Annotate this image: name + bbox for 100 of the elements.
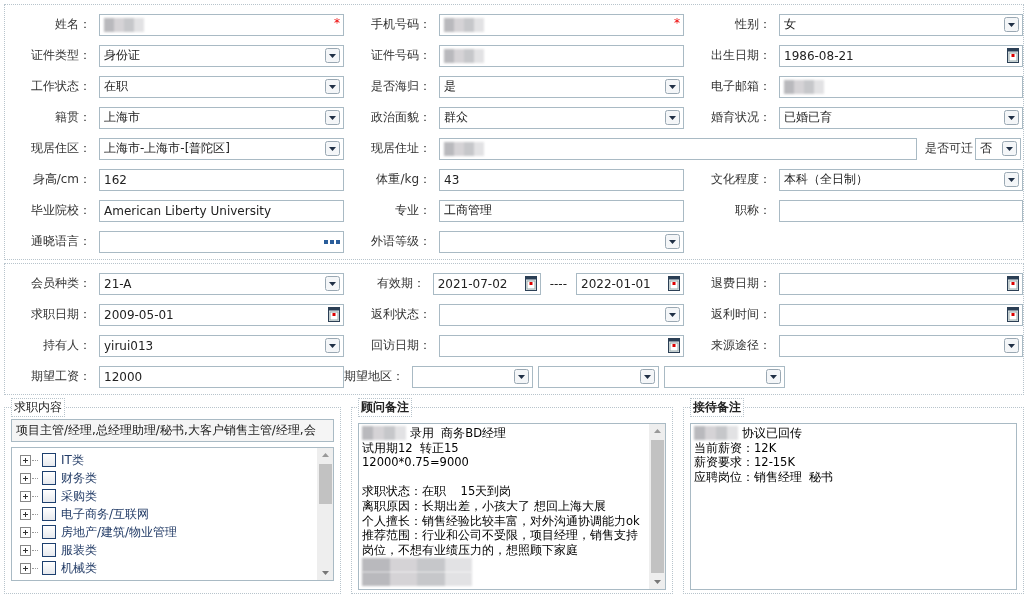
calendar-icon[interactable] [668,338,680,353]
tree-item-label[interactable]: 采购类 [61,487,97,505]
redacted-text [362,426,406,441]
dropdown-field[interactable]: 上海市 [99,106,344,129]
text-field[interactable] [439,44,684,67]
dropdown-field[interactable] [664,365,785,388]
field-label: 是否海归： [370,78,431,95]
field-label: 会员种类： [30,275,91,292]
calendar-icon[interactable] [524,276,537,291]
dropdown-field[interactable]: 在职 [99,75,344,98]
date-field[interactable] [779,303,1023,326]
checkbox[interactable] [42,525,56,539]
text-field[interactable]: American Liberty University [99,199,344,222]
expand-icon[interactable] [20,490,31,502]
text-field[interactable]: 43 [439,168,684,191]
field-label: 返利时间： [710,306,771,323]
field-label: 手机号码： [370,16,431,33]
panel-title: 接待备注 [690,398,744,417]
tree-item-label[interactable]: IT类 [61,451,84,469]
dropdown-field[interactable] [538,365,659,388]
field-label: 体重/kg： [375,171,431,188]
text-field[interactable] [439,137,917,160]
scrollbar[interactable] [649,424,665,589]
required-mark: * [334,15,340,30]
checkbox[interactable] [42,543,56,557]
note-line: 12000*0.75=9000 [362,455,469,470]
calendar-icon[interactable] [1007,307,1019,322]
text-field[interactable]: 工商管理 [439,199,684,222]
expand-icon[interactable] [20,526,31,538]
dropdown-field[interactable]: yirui013 [99,334,344,357]
calendar-icon[interactable] [668,276,680,291]
field-label: 出生日期： [710,47,771,64]
dropdown-field[interactable]: 是 [439,75,684,98]
panel-title: 求职内容 [11,398,65,417]
dropdown-field[interactable]: 群众 [439,106,684,129]
field-label: 性别： [734,16,771,33]
dropdown-field[interactable]: 上海市-上海市-[普陀区] [99,137,344,160]
tree-item-label[interactable]: 服装类 [61,541,97,559]
text-field[interactable]: * [439,13,684,36]
tree-item-label[interactable]: 财务类 [61,469,97,487]
tree-item-label[interactable]: 机械类 [61,559,97,577]
field-label: 现居住址： [370,140,431,157]
expand-icon[interactable] [20,544,31,556]
note-line: 试用期12 转正15 [362,440,459,456]
expand-icon[interactable] [20,562,31,574]
calendar-icon[interactable] [1007,48,1019,63]
calendar-icon[interactable] [1007,276,1019,291]
text-field[interactable]: 12000 [99,365,344,388]
dropdown-field[interactable] [412,365,533,388]
dropdown-field[interactable] [439,230,684,253]
field-label: 来源途径： [710,337,771,354]
tree-item-label[interactable]: 电子商务/互联网 [61,505,150,523]
expand-icon[interactable] [20,454,31,466]
text-field[interactable]: 162 [99,168,344,191]
field-label: 婚育状况： [710,109,771,126]
note-line: 应聘岗位：销售经理 秘书 [694,469,834,485]
notes-textarea[interactable]: 录用 商务BD经理 试用期12 转正15 12000*0.75=9000 求职状态：在职 15天到岗 离职原因：长期出差，小孩大了 想回上海大展 个人擅长：销售经验比较丰富，对外沟通协调能力ok 推荐范围：行业和公司不受限，项目经理，销售支持 岗位，不想有业绩压力的，想照顾下家庭 [358,423,666,590]
redacted-text [694,426,738,441]
date-field[interactable]: 1986-08-21 [779,44,1023,67]
dropdown-field[interactable] [439,303,684,326]
field-label: 是否可迁 [925,140,973,157]
dropdown-field[interactable]: 身份证 [99,44,344,67]
calendar-icon[interactable] [328,307,340,322]
dropdown-field[interactable]: 否 [975,137,1021,160]
ellipsis-icon[interactable] [324,238,340,245]
note-line: 岗位，不想有业绩压力的，想照顾下家庭 [362,542,578,558]
expand-icon[interactable] [20,472,31,484]
dropdown-field[interactable]: 21-A [99,272,344,295]
text-field[interactable]: * [99,13,344,36]
required-mark: * [674,15,680,30]
expand-icon[interactable] [20,508,31,520]
date-field[interactable] [779,272,1023,295]
checkbox[interactable] [42,561,56,575]
field-label: 期望工资： [30,368,91,385]
checkbox[interactable] [42,489,56,503]
date-field[interactable]: 2022-01-01 [576,272,684,295]
summary-field[interactable]: 项目主管/经理,总经理助理/秘书,大客户销售主管/经理,会 [11,419,334,442]
checkbox[interactable] [42,471,56,485]
field-label: 职称： [734,202,771,219]
redacted-text [104,17,144,32]
notes-textarea[interactable]: 协议已回传 当前薪资：12K 薪资要求：12-15K 应聘岗位：销售经理 秘书 [690,423,1017,590]
text-field[interactable] [779,75,1023,98]
date-field[interactable]: 2009-05-01 [99,303,344,326]
redacted-text [784,79,824,94]
date-field[interactable]: 2021-07-02 [432,272,541,295]
tree-item-label[interactable]: 房地产/建筑/物业管理 [61,523,178,541]
checkbox[interactable] [42,507,56,521]
dropdown-field[interactable]: 女 [779,13,1023,36]
picker-field[interactable] [99,230,344,253]
note-line: 薪资要求：12-15K [694,455,795,470]
dropdown-field[interactable]: 已婚已育 [779,106,1023,129]
field-label: 外语等级： [370,233,431,250]
field-label: 电子邮箱： [710,78,771,95]
dropdown-field[interactable]: 本科（全日制） [779,168,1023,191]
dropdown-field[interactable] [779,334,1023,357]
field-label: 专业： [394,202,431,219]
scrollbar[interactable] [317,448,333,580]
text-field[interactable] [779,199,1023,222]
checkbox[interactable] [42,453,56,467]
date-field[interactable] [439,334,684,357]
